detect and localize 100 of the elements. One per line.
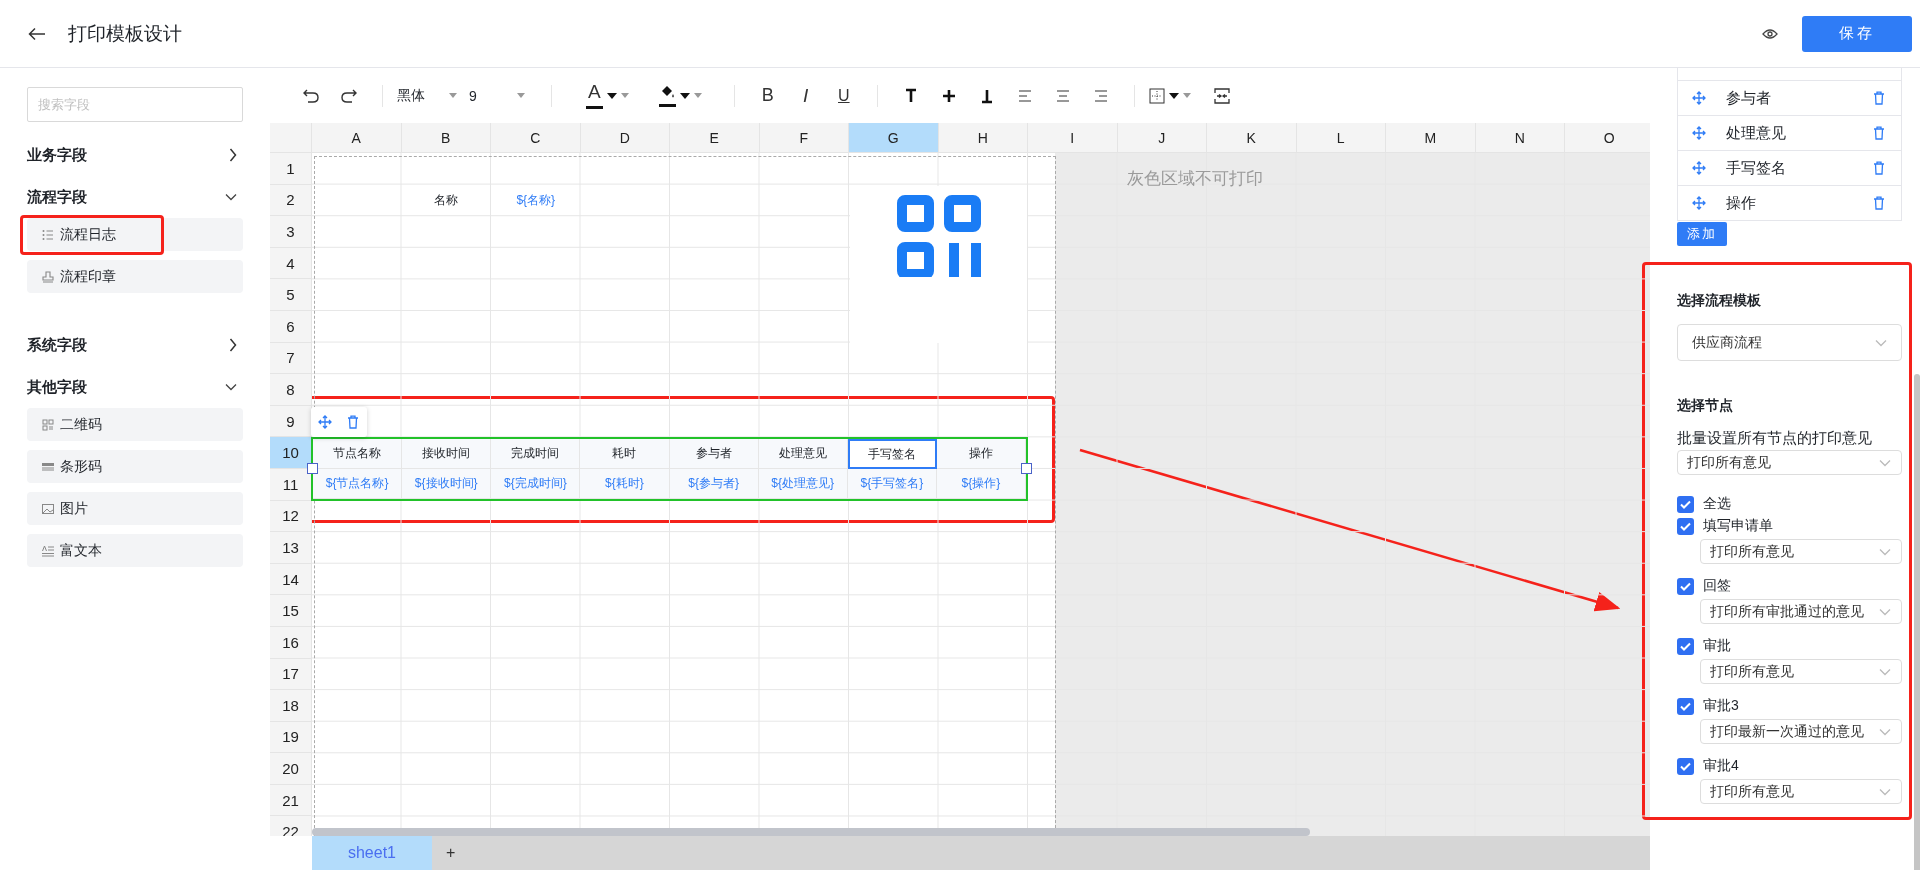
- checkbox[interactable]: [1677, 517, 1694, 535]
- row-header[interactable]: 9: [270, 405, 312, 438]
- column-header[interactable]: N: [1475, 123, 1565, 153]
- delete-button[interactable]: [1873, 91, 1885, 105]
- row-header[interactable]: 10: [270, 437, 312, 469]
- select-field[interactable]: 打印所有审批通过的意见: [1700, 599, 1902, 624]
- row-header[interactable]: 7: [270, 342, 312, 375]
- field-item[interactable]: 图片: [27, 492, 243, 525]
- font-color-button[interactable]: A: [585, 80, 629, 111]
- drag-handle[interactable]: [1692, 196, 1706, 210]
- row-header[interactable]: 4: [270, 247, 312, 280]
- column-header[interactable]: M: [1386, 123, 1476, 153]
- checkbox[interactable]: [1677, 637, 1694, 655]
- column-header[interactable]: G: [849, 123, 939, 153]
- select-field[interactable]: 打印所有意见: [1700, 659, 1902, 684]
- column-header[interactable]: H: [938, 123, 1028, 153]
- row-header[interactable]: 11: [270, 468, 312, 501]
- chevron-right-icon[interactable]: [229, 338, 237, 352]
- section-heading[interactable]: 其他字段: [27, 377, 87, 397]
- table-variable-cell[interactable]: ${完成时间}: [491, 468, 581, 499]
- row-header[interactable]: 20: [270, 753, 312, 785]
- row-header[interactable]: 16: [270, 626, 312, 659]
- column-header[interactable]: K: [1207, 123, 1297, 153]
- select-field[interactable]: 打印所有意见: [1700, 779, 1902, 804]
- row-header[interactable]: 15: [270, 595, 312, 627]
- move-icon: [1692, 196, 1706, 210]
- row-header[interactable]: 3: [270, 216, 312, 248]
- column-header[interactable]: A: [312, 123, 402, 153]
- delete-button[interactable]: [1873, 196, 1885, 210]
- italic-button[interactable]: I: [786, 80, 825, 111]
- chevron-down-icon[interactable]: [225, 383, 237, 391]
- horizontal-scrollbar[interactable]: [312, 828, 1310, 836]
- underline-button[interactable]: U: [824, 80, 863, 111]
- chevron-right-icon[interactable]: [229, 148, 237, 162]
- row-header[interactable]: 12: [270, 500, 312, 533]
- row-header[interactable]: 2: [270, 184, 312, 217]
- drag-handle[interactable]: [1692, 126, 1706, 140]
- column-header[interactable]: I: [1028, 123, 1118, 153]
- column-header[interactable]: C: [491, 123, 581, 153]
- table-variable-cell[interactable]: ${处理意见}: [758, 468, 848, 499]
- drag-handle[interactable]: [1692, 161, 1706, 175]
- delete-button[interactable]: [1873, 126, 1885, 140]
- select-field[interactable]: 供应商流程: [1677, 324, 1902, 361]
- checkbox[interactable]: [1677, 495, 1694, 513]
- column-header[interactable]: D: [580, 123, 670, 153]
- search-field[interactable]: 搜索字段: [27, 87, 243, 122]
- font-dropdown[interactable]: 黑体: [397, 86, 457, 105]
- row-header[interactable]: 1: [270, 153, 312, 185]
- table-header-cell[interactable]: 耗时: [580, 439, 670, 469]
- column-header[interactable]: O: [1565, 123, 1650, 153]
- column-header[interactable]: E: [670, 123, 760, 153]
- row-header[interactable]: 19: [270, 721, 312, 754]
- row-header[interactable]: 21: [270, 784, 312, 817]
- table-header-cell[interactable]: 参与者: [669, 439, 759, 469]
- table-header-cell[interactable]: 处理意见: [758, 439, 848, 469]
- row-header[interactable]: 18: [270, 690, 312, 722]
- column-header[interactable]: F: [759, 123, 849, 153]
- save-button[interactable]: 保存: [1802, 15, 1912, 52]
- column-header[interactable]: L: [1296, 123, 1386, 153]
- delete-button[interactable]: [1873, 161, 1885, 175]
- add-button[interactable]: 添加: [1677, 222, 1727, 246]
- column-header[interactable]: B: [401, 123, 491, 153]
- section-heading[interactable]: 业务字段: [27, 145, 87, 165]
- table-variable-cell[interactable]: ${耗时}: [580, 468, 670, 499]
- section-heading[interactable]: 流程字段: [27, 187, 87, 207]
- eye-icon[interactable]: [1762, 27, 1778, 40]
- table-header-cell[interactable]: 接收时间: [402, 439, 492, 469]
- resize-handle[interactable]: [1021, 462, 1032, 474]
- field-item[interactable]: 富文本: [27, 534, 243, 567]
- table-variable-cell[interactable]: ${接收时间}: [402, 468, 492, 499]
- table-variable-cell[interactable]: ${参与者}: [669, 468, 759, 499]
- chevron-down-icon[interactable]: [225, 193, 237, 201]
- checkbox[interactable]: [1677, 697, 1694, 715]
- field-item[interactable]: 条形码: [27, 450, 243, 483]
- select-field[interactable]: 打印所有意见: [1677, 450, 1902, 475]
- row-header[interactable]: 6: [270, 310, 312, 343]
- select-field[interactable]: 打印所有意见: [1700, 539, 1902, 564]
- column-header[interactable]: J: [1117, 123, 1207, 153]
- row-header[interactable]: 13: [270, 532, 312, 564]
- checkbox[interactable]: [1677, 577, 1694, 595]
- row-header[interactable]: 5: [270, 279, 312, 311]
- bold-button[interactable]: B: [748, 80, 787, 111]
- select-field[interactable]: 打印最新一次通过的意见: [1700, 719, 1902, 744]
- drag-handle[interactable]: [1692, 91, 1706, 105]
- table-header-cell[interactable]: 完成时间: [491, 439, 581, 469]
- field-item[interactable]: 流程日志: [27, 218, 243, 251]
- field-item[interactable]: 二维码: [27, 408, 243, 441]
- resize-handle[interactable]: [307, 462, 318, 474]
- row-header[interactable]: 8: [270, 374, 312, 406]
- checkbox[interactable]: [1677, 757, 1694, 775]
- row-header[interactable]: 17: [270, 658, 312, 691]
- section-heading[interactable]: 系统字段: [27, 335, 87, 355]
- vertical-scrollbar[interactable]: [1914, 374, 1920, 870]
- table-variable-cell[interactable]: ${手写签名}: [847, 468, 937, 499]
- row-header[interactable]: 14: [270, 563, 312, 596]
- font-size-dropdown[interactable]: 9: [469, 87, 525, 104]
- table-header-cell[interactable]: 手写签名: [847, 439, 937, 469]
- back-arrow-icon[interactable]: [28, 26, 46, 41]
- add-sheet-button[interactable]: +: [432, 836, 470, 870]
- field-item[interactable]: 流程印章: [27, 260, 243, 293]
